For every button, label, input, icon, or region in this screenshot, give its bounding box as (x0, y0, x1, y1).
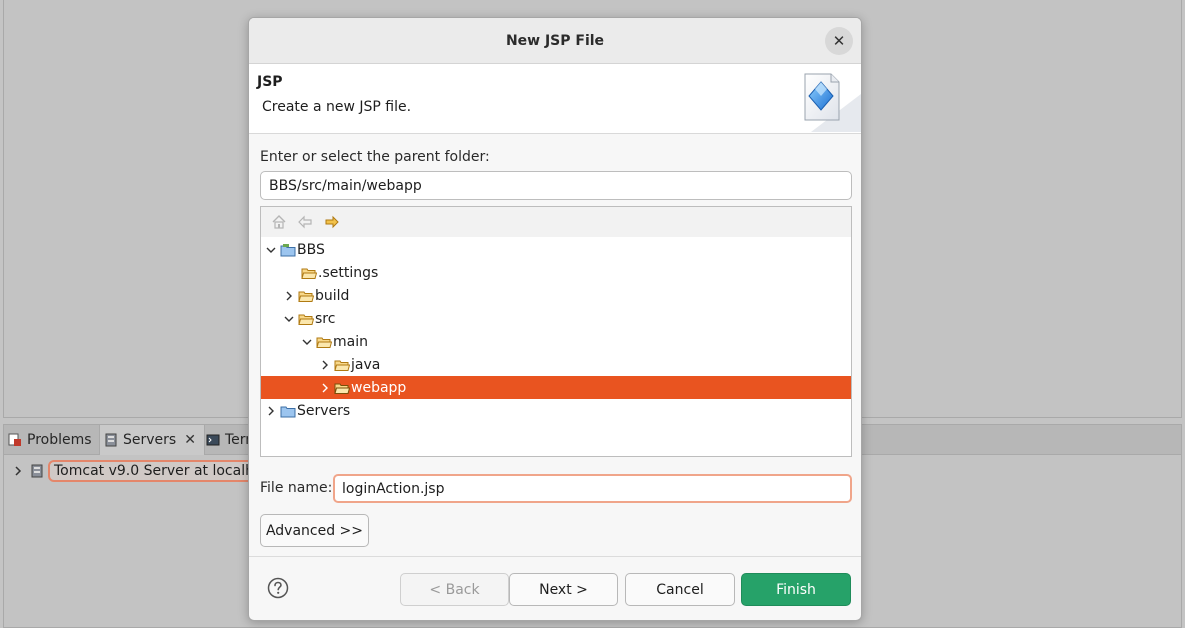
folder-open-icon (298, 314, 314, 325)
tab-problems-label: Problems (27, 432, 92, 448)
new-jsp-file-dialog: New JSP File ✕ JSP Create a new JSP file… (248, 17, 862, 621)
tree-item-label: webapp (351, 379, 407, 396)
tree-item-label: Servers (297, 402, 351, 419)
folder-icon (301, 268, 317, 279)
tree-item-label: build (315, 287, 350, 304)
chevron-right-icon[interactable] (265, 405, 277, 417)
tab-servers[interactable]: Servers ✕ (99, 425, 205, 455)
chevron-down-icon[interactable] (301, 336, 313, 348)
button-bar-separator (249, 556, 861, 557)
tree-item-main[interactable]: main (261, 330, 851, 353)
home-icon[interactable] (271, 214, 287, 230)
file-name-input[interactable] (333, 474, 852, 503)
tab-problems[interactable]: Problems (8, 425, 92, 455)
back-button[interactable]: < Back (400, 573, 509, 606)
parent-folder-label: Enter or select the parent folder: (260, 149, 490, 165)
finish-button[interactable]: Finish (741, 573, 851, 606)
terminal-icon (206, 433, 220, 447)
advanced-button[interactable]: Advanced >> (260, 514, 369, 547)
next-button[interactable]: Next > (509, 573, 618, 606)
tree-item-label: BBS (297, 241, 325, 258)
folder-tree[interactable]: BBS .settings build src main java webapp… (260, 206, 852, 457)
server-row[interactable]: Tomcat v9.0 Server at localhost (12, 460, 282, 482)
tree-item-label: .settings (318, 264, 379, 281)
tree-item-src[interactable]: src (261, 307, 851, 330)
dialog-titlebar: New JSP File ✕ (249, 18, 861, 64)
tree-item-bbs[interactable]: BBS (261, 238, 851, 261)
tree-item-settings[interactable]: .settings (261, 261, 851, 284)
server-icon (31, 464, 43, 478)
help-icon[interactable] (267, 577, 289, 599)
close-button[interactable]: ✕ (825, 27, 853, 55)
file-name-label: File name: (260, 480, 333, 496)
folder-open-icon (316, 337, 332, 348)
chevron-right-icon[interactable] (283, 290, 295, 302)
cancel-button[interactable]: Cancel (625, 573, 735, 606)
jsp-wizard-icon (804, 73, 861, 132)
tab-servers-label: Servers (123, 432, 177, 448)
project-icon (280, 406, 296, 417)
parent-folder-input[interactable] (260, 171, 852, 200)
servers-icon (104, 433, 118, 447)
banner-description: Create a new JSP file. (262, 99, 412, 115)
banner-title: JSP (257, 74, 283, 90)
problems-icon (8, 433, 22, 447)
tree-item-label: main (333, 333, 368, 350)
tree-item-webapp[interactable]: webapp (261, 376, 851, 399)
tree-item-servers[interactable]: Servers (261, 399, 851, 422)
folder-icon (334, 383, 350, 394)
project-icon (280, 243, 296, 256)
chevron-down-icon[interactable] (265, 244, 277, 256)
forward-arrow-icon[interactable] (324, 214, 340, 230)
chevron-right-icon[interactable] (319, 382, 331, 394)
tab-servers-close-icon[interactable]: ✕ (184, 432, 196, 448)
wizard-banner: JSP Create a new JSP file. (249, 64, 861, 134)
tree-item-label: java (351, 356, 381, 373)
folder-icon (334, 360, 350, 371)
back-arrow-icon[interactable] (297, 214, 313, 230)
chevron-right-icon[interactable] (12, 465, 24, 477)
tree-item-java[interactable]: java (261, 353, 851, 376)
dialog-title: New JSP File (505, 32, 605, 49)
chevron-right-icon[interactable] (319, 359, 331, 371)
close-icon: ✕ (832, 32, 846, 50)
tree-item-build[interactable]: build (261, 284, 851, 307)
chevron-down-icon[interactable] (283, 313, 295, 325)
tree-item-label: src (315, 310, 336, 327)
tree-toolbar (261, 207, 851, 237)
folder-icon (298, 291, 314, 302)
server-item-label[interactable]: Tomcat v9.0 Server at localhost (48, 460, 282, 482)
